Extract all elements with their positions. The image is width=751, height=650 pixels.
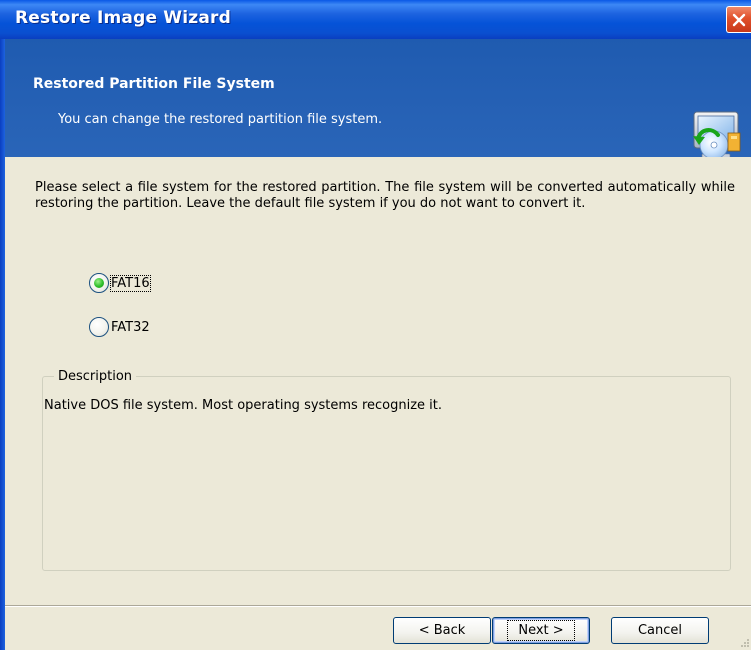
next-button[interactable]: Next >	[492, 617, 590, 644]
fat16-radio[interactable]	[89, 273, 109, 293]
title-bar[interactable]: Restore Image Wizard	[0, 0, 751, 39]
header-subtitle: You can change the restored partition fi…	[58, 112, 383, 127]
back-button-label: < Back	[418, 623, 466, 638]
option-fat32[interactable]: FAT32	[89, 316, 150, 338]
wizard-window: Restore Image Wizard Restored Partition …	[0, 0, 751, 650]
header-title: Restored Partition File System	[33, 76, 275, 92]
close-icon	[732, 13, 746, 27]
footer-separator	[5, 605, 751, 607]
fat32-radio[interactable]	[89, 317, 109, 337]
fat16-label[interactable]: FAT16	[110, 274, 151, 292]
description-text: Native DOS file system. Most operating s…	[44, 398, 443, 413]
cancel-button[interactable]: Cancel	[611, 617, 709, 644]
instructions-text: Please select a file system for the rest…	[35, 180, 735, 211]
description-legend: Description	[58, 369, 133, 384]
back-button[interactable]: < Back	[393, 617, 491, 644]
option-fat16[interactable]: FAT16	[89, 272, 151, 294]
next-button-label: Next >	[507, 620, 575, 641]
close-button[interactable]	[726, 6, 751, 33]
cancel-button-label: Cancel	[637, 623, 683, 638]
fat32-label[interactable]: FAT32	[111, 320, 150, 335]
resize-grip-icon[interactable]	[740, 638, 750, 648]
wizard-header: Restored Partition File System You can c…	[5, 39, 751, 160]
window-title: Restore Image Wizard	[15, 8, 232, 28]
